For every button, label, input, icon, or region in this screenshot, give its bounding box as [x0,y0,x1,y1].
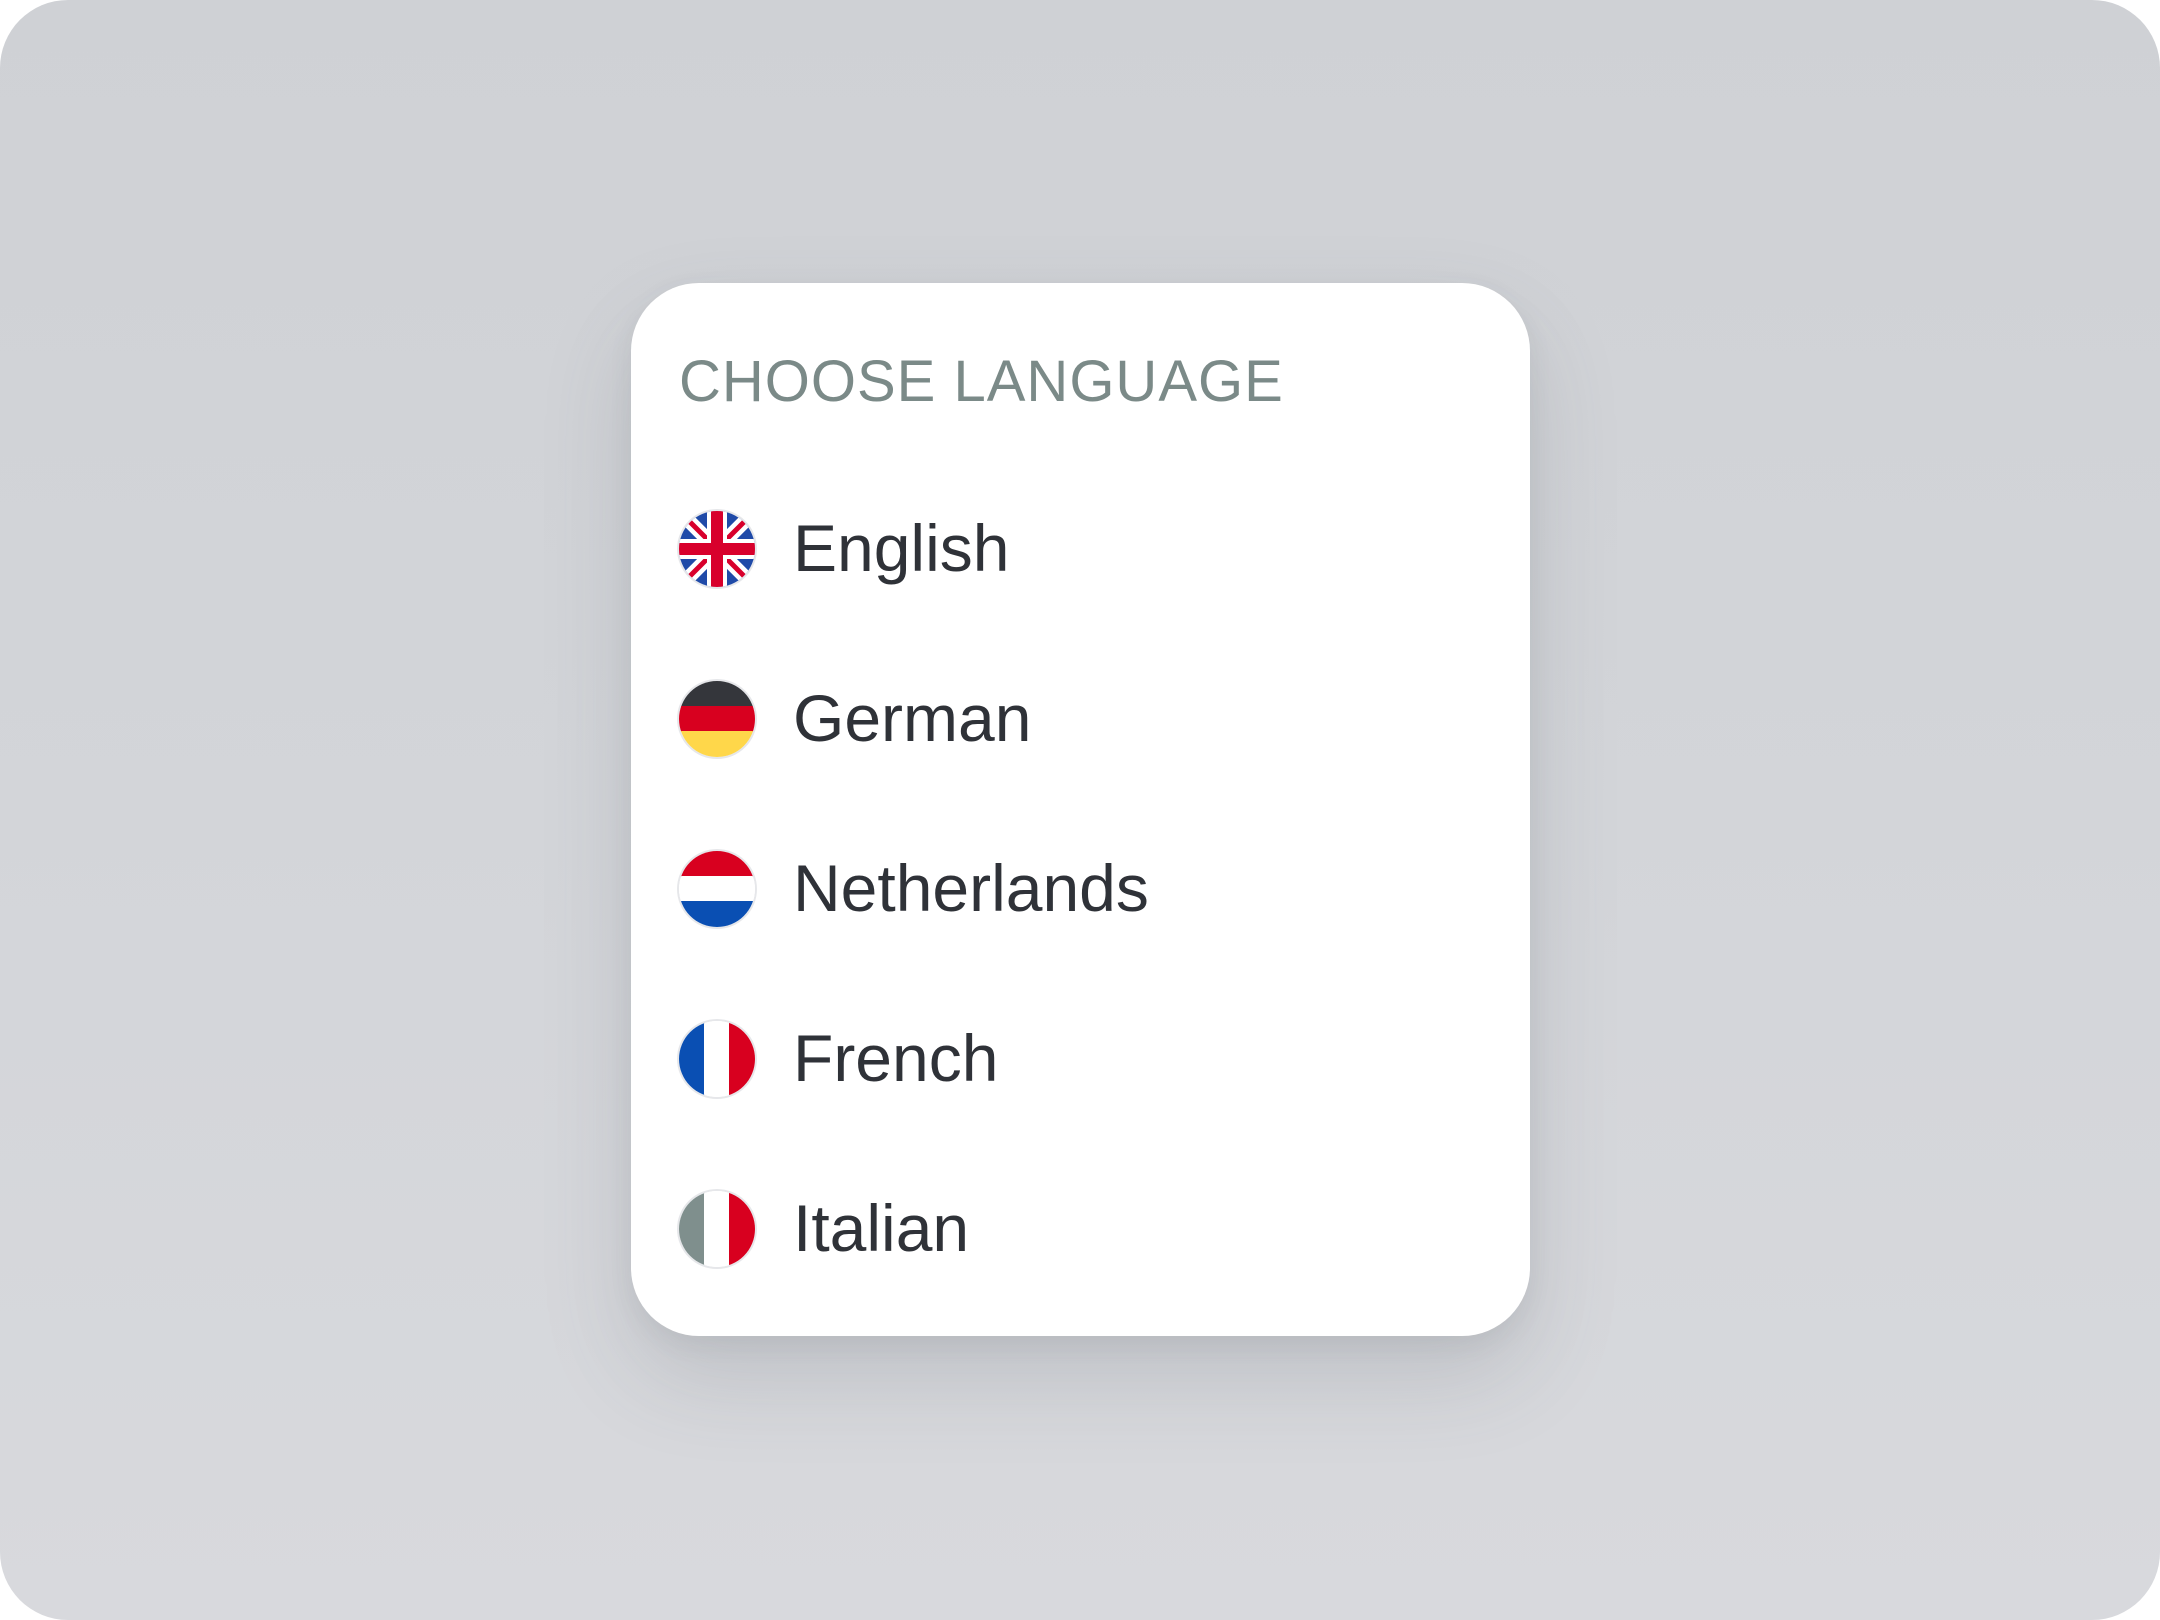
language-option-french[interactable]: French [679,993,1479,1163]
language-list: English German Netherlands French Italia… [679,483,1479,1333]
dialog-title: CHOOSE LANGUAGE [679,349,1284,414]
uk-flag-icon [679,511,755,587]
language-option-english[interactable]: English [679,483,1479,653]
language-label: Italian [793,1191,970,1265]
language-option-netherlands[interactable]: Netherlands [679,823,1479,993]
language-option-german[interactable]: German [679,653,1479,823]
language-option-italian[interactable]: Italian [679,1163,1479,1333]
language-label: Netherlands [793,851,1149,925]
language-label: French [793,1021,999,1095]
italy-flag-icon [679,1191,755,1267]
background-frame: CHOOSE LANGUAGE English German Netherlan… [0,0,2160,1620]
language-label: German [793,681,1032,755]
netherlands-flag-icon [679,851,755,927]
germany-flag-icon [679,681,755,757]
france-flag-icon [679,1021,755,1097]
language-picker-card: CHOOSE LANGUAGE English German Netherlan… [631,283,1530,1336]
language-label: English [793,511,1010,585]
